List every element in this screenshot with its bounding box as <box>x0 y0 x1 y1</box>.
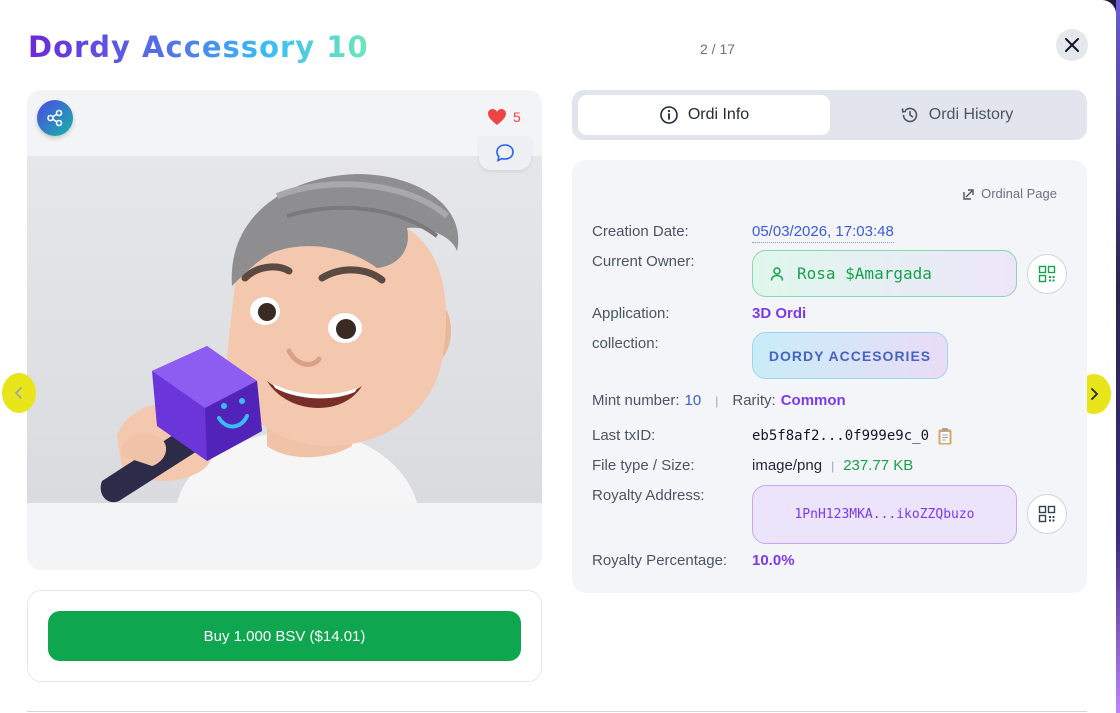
royalty-percentage-value: 10.0% <box>752 552 795 569</box>
last-txid-value: eb5f8af2...0f999e9c_0 <box>752 427 953 445</box>
close-button[interactable] <box>1056 29 1088 61</box>
last-txid-label: Last txID: <box>592 427 656 444</box>
buy-card: Buy 1.000 BSV ($14.01) <box>27 590 542 682</box>
tab-label: Ordi Info <box>687 106 750 123</box>
qr-code-icon <box>1038 505 1056 523</box>
tab-label: Ordi History <box>928 106 1014 123</box>
file-type-label: File type / Size: <box>592 457 695 474</box>
file-type-value: image/png <box>752 457 823 474</box>
avatar-illustration <box>100 174 459 503</box>
application-label: Application: <box>592 305 670 322</box>
info-icon <box>660 106 678 124</box>
royalty-address-pill[interactable]: 1PnH123MKA...ikoZZQbuzo <box>752 485 1017 544</box>
royalty-percentage-label: Royalty Percentage: <box>592 552 728 569</box>
item-counter: 2 / 17 <box>700 41 736 57</box>
mint-number-value: 10 <box>684 392 702 409</box>
clipboard-icon[interactable] <box>937 427 953 445</box>
owner-name: Rosa $Amargada <box>797 264 932 283</box>
info-tabs: Ordi Info Ordi History <box>572 90 1087 140</box>
ordinal-detail-modal: Dordy Accessory 10 2 / 17 5 Buy 1.000 BS… <box>0 0 1116 713</box>
royalty-qr-button[interactable] <box>1027 494 1067 534</box>
creation-date-label: Creation Date: <box>592 223 689 240</box>
divider: | <box>715 393 719 408</box>
like-count: 5 <box>513 109 521 125</box>
rarity-label: Rarity: <box>732 392 776 409</box>
txid-text: eb5f8af2...0f999e9c_0 <box>752 428 930 444</box>
chevron-left-icon <box>14 387 22 399</box>
buy-button[interactable]: Buy 1.000 BSV ($14.01) <box>48 611 521 661</box>
collection-label: collection: <box>592 335 659 352</box>
file-type-size: image/png | 237.77 KB <box>752 457 913 474</box>
comment-button[interactable] <box>479 136 531 170</box>
tab-ordi-history[interactable]: Ordi History <box>830 95 1083 135</box>
rarity-value: Common <box>780 392 846 409</box>
royalty-address-label: Royalty Address: <box>592 487 705 504</box>
current-owner-label: Current Owner: <box>592 253 695 270</box>
mint-rarity-row: Mint number: 10 | Rarity: Common <box>592 392 846 409</box>
collection-pill[interactable]: DORDY ACCESORIES <box>752 332 948 379</box>
creation-date-value: 05/03/2026, 17:03:48 <box>752 223 894 243</box>
user-icon <box>770 266 784 281</box>
background-edge <box>1116 0 1120 713</box>
heart-icon <box>488 109 506 125</box>
page-title: Dordy Accessory 10 <box>28 30 369 64</box>
ordi-info-panel: Ordinal Page Creation Date: 05/03/2026, … <box>572 160 1087 593</box>
ordinal-image <box>27 156 542 503</box>
share-button[interactable] <box>37 100 73 136</box>
ordinal-page-label: Ordinal Page <box>981 186 1057 201</box>
comment-icon <box>496 144 514 162</box>
divider: | <box>831 458 835 473</box>
external-link-icon <box>963 188 974 200</box>
share-icon <box>47 109 63 127</box>
owner-qr-button[interactable] <box>1027 254 1067 294</box>
history-icon <box>901 107 918 123</box>
qr-code-icon <box>1038 265 1056 283</box>
close-icon <box>1065 38 1079 52</box>
divider-line <box>27 711 1087 712</box>
owner-pill[interactable]: Rosa $Amargada <box>752 250 1017 297</box>
media-card: 5 <box>27 90 542 570</box>
tab-ordi-info[interactable]: Ordi Info <box>578 95 830 135</box>
file-size-value: 237.77 KB <box>843 457 914 474</box>
application-value: 3D Ordi <box>752 305 807 322</box>
previous-button[interactable] <box>2 373 36 413</box>
ordinal-page-link[interactable]: Ordinal Page <box>962 186 1057 201</box>
chevron-right-icon <box>1091 388 1099 400</box>
like-button[interactable]: 5 <box>487 108 521 126</box>
mint-number-label: Mint number: <box>592 392 680 409</box>
